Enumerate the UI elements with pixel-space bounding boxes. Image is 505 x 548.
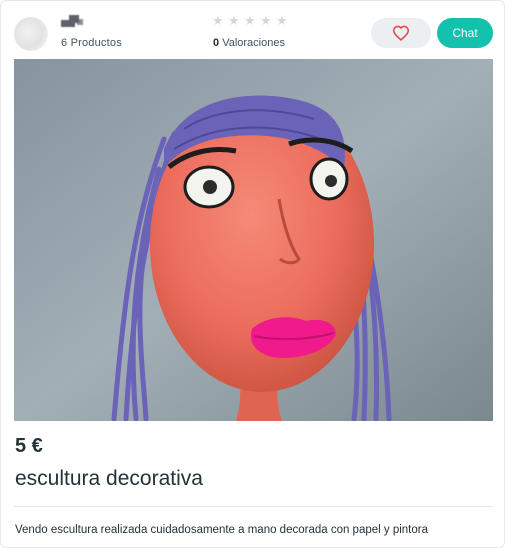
- ratings-number: 0: [213, 37, 220, 49]
- seller-name-blurred[interactable]: [61, 15, 101, 29]
- item-title: escultura decorativa: [15, 467, 203, 490]
- star-icon: ★: [228, 13, 240, 28]
- star-icon: ★: [260, 13, 272, 28]
- star-icon: ★: [276, 13, 288, 28]
- ratings-label: Valoraciones: [222, 37, 285, 49]
- star-icon: ★: [244, 13, 256, 28]
- divider: [14, 506, 493, 507]
- item-price: 5 €: [15, 435, 43, 457]
- chat-button[interactable]: Chat: [437, 18, 493, 48]
- item-card: 6 Productos ★ ★ ★ ★ ★ 0 Valoraciones Cha…: [0, 0, 505, 548]
- seller-avatar[interactable]: [14, 17, 48, 51]
- item-description: Vendo escultura realizada cuidadosamente…: [15, 524, 429, 536]
- star-icon: ★: [212, 13, 224, 28]
- rating-stars: ★ ★ ★ ★ ★: [212, 14, 289, 28]
- heart-icon: [392, 25, 410, 41]
- sculpture-image: [14, 59, 493, 421]
- favorite-button[interactable]: [371, 18, 431, 48]
- item-photo[interactable]: [14, 59, 493, 421]
- products-count[interactable]: 6 Productos: [61, 37, 122, 49]
- seller-header: 6 Productos ★ ★ ★ ★ ★ 0 Valoraciones Cha…: [1, 1, 505, 59]
- ratings-count[interactable]: 0 Valoraciones: [213, 37, 285, 49]
